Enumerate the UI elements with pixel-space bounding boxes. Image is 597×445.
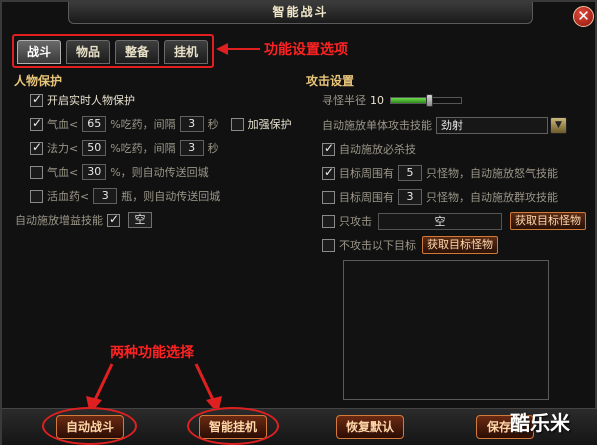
potion-return-checkbox[interactable]: [30, 189, 43, 203]
mp-potion-prefix: 法力<: [47, 142, 79, 155]
search-radius-knob[interactable]: [425, 93, 433, 107]
smart-battle-window: 智能战斗 ✕ 战斗 物品 整备 挂机 功能设置选项 人物保护 开启实时人物保护 …: [0, 0, 597, 445]
close-button[interactable]: ✕: [573, 6, 594, 27]
hp-potion-mid: %吃药，间隔: [110, 118, 176, 131]
window-title: 智能战斗: [68, 2, 533, 24]
hp-return-input[interactable]: 30: [82, 164, 107, 180]
mp-percent-input[interactable]: 50: [82, 140, 107, 156]
tab-battle[interactable]: 战斗: [17, 40, 61, 64]
tab-prepare[interactable]: 整备: [115, 40, 159, 64]
realtime-protection-label: 开启实时人物保护: [47, 94, 135, 107]
enhance-protection-label: 加强保护: [247, 118, 292, 131]
hp-return-suffix: %，则自动传送回城: [110, 166, 209, 179]
only-attack-target-input[interactable]: 空: [378, 212, 502, 230]
rage-skill-prefix: 目标周围有: [339, 167, 394, 180]
hp-interval-input[interactable]: 3: [179, 116, 204, 132]
hp-return-checkbox[interactable]: [30, 165, 43, 179]
hp-percent-input[interactable]: 65: [82, 116, 107, 132]
annotation-oval-auto-fight: [42, 407, 137, 445]
attack-title: 攻击设置: [306, 74, 355, 88]
potion-return-input[interactable]: 3: [93, 188, 118, 204]
search-radius-label: 寻怪半径: [322, 94, 366, 107]
hp-potion-checkbox[interactable]: [30, 116, 43, 131]
single-skill-row: 自动施放单体攻击技能 劲射 ▼: [322, 116, 567, 134]
no-attack-row: 不攻击以下目标 获取目标怪物: [322, 236, 498, 254]
auto-kill-label: 自动施放必杀技: [339, 143, 416, 156]
watermark-logo: 酷乐米: [510, 411, 570, 435]
search-radius-fill: [391, 97, 430, 103]
potion-return-suffix: 瓶，则自动传送回城: [121, 190, 221, 203]
auto-buff-row: 自动施放增益技能 空: [15, 211, 152, 229]
single-skill-label: 自动施放单体攻击技能: [322, 119, 432, 132]
search-radius-value: 10: [370, 93, 384, 107]
annotation-oval-smart-idle: [187, 407, 279, 445]
auto-buff-checkbox[interactable]: [107, 212, 120, 227]
no-attack-label: 不攻击以下目标: [339, 239, 416, 252]
no-attack-get-target-button[interactable]: 获取目标怪物: [422, 236, 498, 254]
mp-potion-checkbox[interactable]: [30, 140, 43, 155]
rage-skill-checkbox[interactable]: [322, 165, 335, 180]
auto-kill-row: 自动施放必杀技: [322, 140, 416, 158]
potion-return-prefix: 活血药<: [47, 190, 90, 203]
single-skill-select[interactable]: 劲射 ▼: [436, 116, 567, 134]
hp-potion-prefix: 气血<: [47, 118, 79, 131]
hp-interval-unit: 秒: [207, 118, 219, 131]
group-skill-checkbox[interactable]: [322, 190, 335, 204]
hp-return-row: 气血< 30 %，则自动传送回城: [30, 163, 209, 181]
enhance-protection-checkbox[interactable]: [230, 117, 244, 131]
search-radius-slider[interactable]: [390, 93, 462, 107]
auto-buff-key-slot[interactable]: 空: [128, 212, 152, 228]
group-skill-suffix: 只怪物，自动施放群攻技能: [426, 191, 558, 204]
mp-interval-unit: 秒: [207, 142, 219, 155]
realtime-protection-checkbox[interactable]: [30, 92, 43, 107]
potion-return-row: 活血药< 3 瓶，则自动传送回城: [30, 187, 220, 205]
group-skill-prefix: 目标周围有: [339, 191, 394, 204]
search-radius-row: 寻怪半径 10: [322, 91, 462, 109]
excluded-targets-list[interactable]: [343, 260, 549, 400]
only-attack-checkbox[interactable]: [322, 214, 335, 228]
chevron-down-icon[interactable]: ▼: [550, 116, 567, 134]
no-attack-checkbox[interactable]: [322, 238, 335, 252]
rage-skill-suffix: 只怪物，自动施放怒气技能: [426, 167, 558, 180]
rage-skill-row: 目标周围有 5 只怪物，自动施放怒气技能: [322, 164, 558, 182]
tabs-highlight-box: 战斗 物品 整备 挂机: [12, 34, 214, 68]
hp-potion-row: 气血< 65 %吃药，间隔 3 秒 加强保护: [30, 115, 292, 133]
auto-kill-checkbox[interactable]: [322, 141, 335, 156]
rage-count-input[interactable]: 5: [398, 165, 422, 181]
single-skill-value: 劲射: [441, 118, 463, 132]
auto-buff-label: 自动施放增益技能: [15, 214, 103, 227]
tab-idle[interactable]: 挂机: [164, 40, 208, 64]
mp-potion-row: 法力< 50 %吃药，间隔 3 秒: [30, 139, 219, 157]
mp-potion-mid: %吃药，间隔: [110, 142, 176, 155]
mp-interval-input[interactable]: 3: [179, 140, 204, 156]
protection-title: 人物保护: [14, 74, 63, 88]
hp-return-prefix: 气血<: [47, 166, 79, 179]
tab-items[interactable]: 物品: [66, 40, 110, 64]
only-attack-label: 只攻击: [339, 215, 372, 228]
only-attack-get-target-button[interactable]: 获取目标怪物: [510, 212, 586, 230]
realtime-protection-row: 开启实时人物保护: [30, 91, 135, 109]
group-count-input[interactable]: 3: [398, 189, 422, 205]
annotation-top-label: 功能设置选项: [264, 42, 348, 58]
only-attack-row: 只攻击 空 获取目标怪物: [322, 212, 586, 230]
group-skill-row: 目标周围有 3 只怪物，自动施放群攻技能: [322, 188, 558, 206]
restore-default-button[interactable]: 恢复默认: [336, 415, 404, 439]
